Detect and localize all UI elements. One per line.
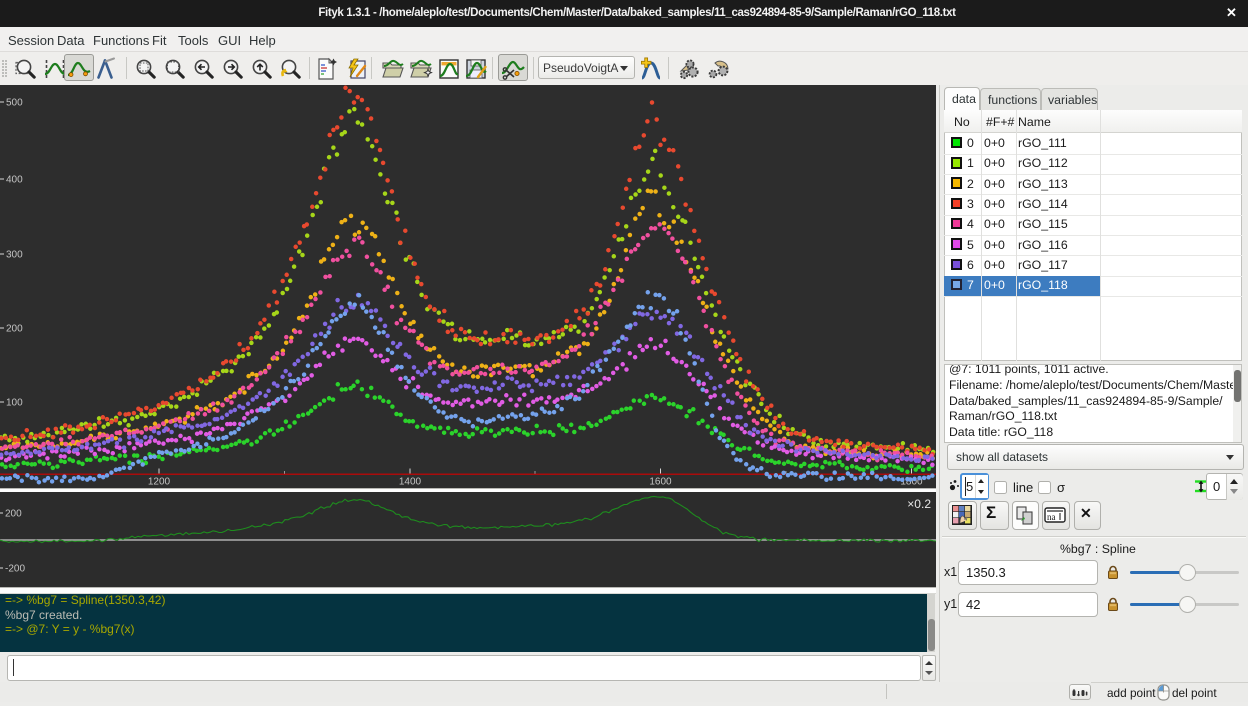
svg-text:na: na <box>1047 512 1056 522</box>
svg-text:1400: 1400 <box>399 477 422 488</box>
svg-text:200: 200 <box>6 324 23 335</box>
svg-text:1600: 1600 <box>649 477 672 488</box>
svg-text:300: 300 <box>6 250 23 261</box>
svg-text:400: 400 <box>6 175 23 186</box>
svg-text:1200: 1200 <box>148 477 171 488</box>
svg-text:100: 100 <box>6 398 23 409</box>
svg-text:200: 200 <box>5 509 22 520</box>
svg-text:500: 500 <box>6 98 23 109</box>
svg-text:×0.2: ×0.2 <box>907 497 931 511</box>
svg-text:-200: -200 <box>5 564 25 575</box>
